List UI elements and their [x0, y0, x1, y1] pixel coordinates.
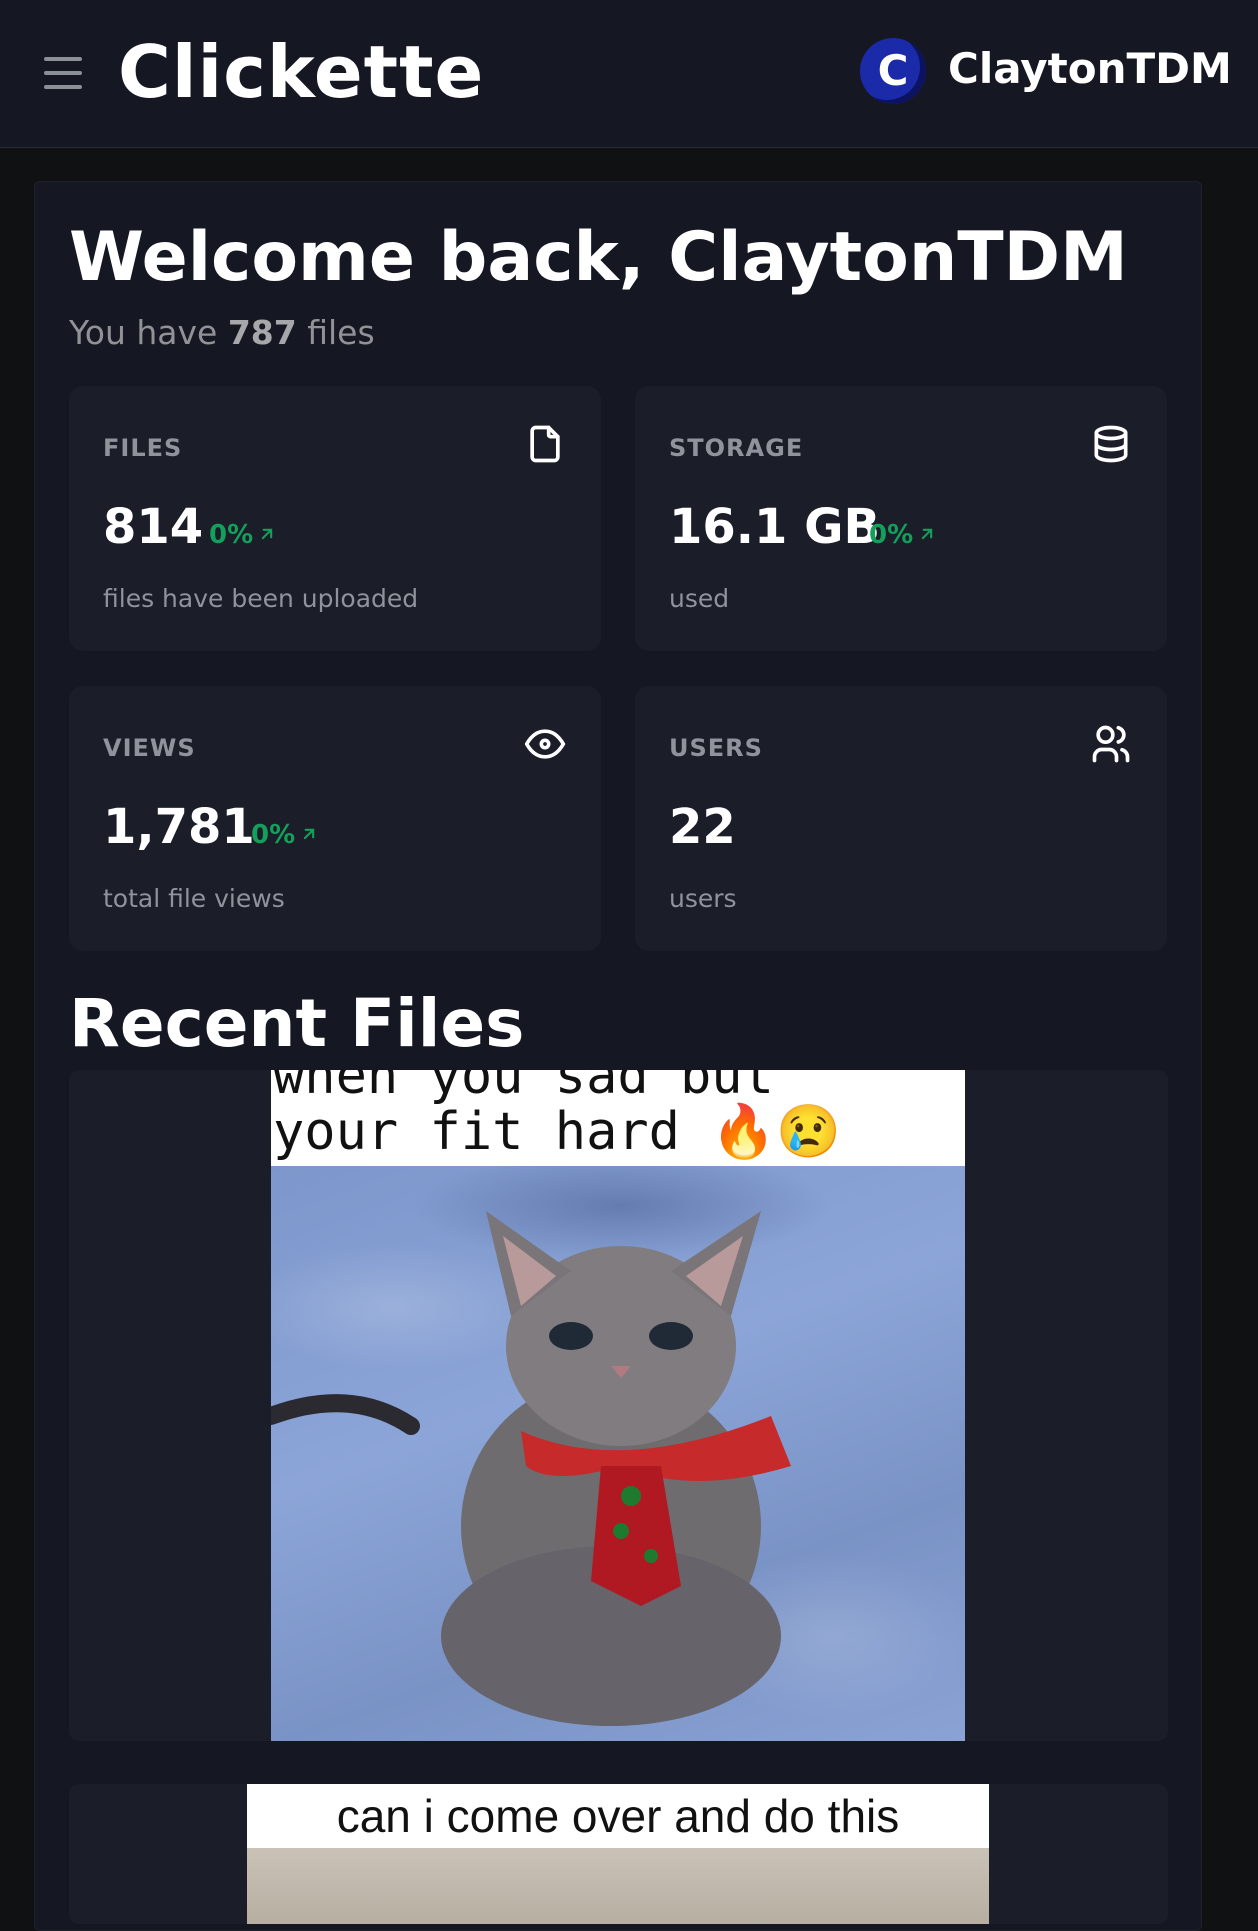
file-thumbnail[interactable]: can i come over and do this — [247, 1784, 989, 1924]
stat-value: 1,781 — [103, 799, 255, 855]
stat-description: users — [669, 884, 737, 913]
stat-diff: 0% — [869, 520, 937, 550]
meme-caption: when you sad but your fit hard 🔥😢 — [271, 1070, 965, 1166]
stat-description: used — [669, 584, 730, 613]
stat-card-storage: STORAGE 16.1 GB 0% used — [635, 386, 1167, 651]
page-title: Welcome back, ClaytonTDM — [69, 218, 1128, 297]
file-count: 787 — [227, 313, 297, 352]
stat-value: 22 — [669, 799, 736, 855]
stat-card-files: FILES 814 0% files have been uploaded — [69, 386, 601, 651]
arrow-up-right-icon — [921, 528, 933, 540]
meme-photo — [247, 1848, 989, 1924]
file-thumbnail[interactable]: when you sad but your fit hard 🔥😢 — [271, 1070, 965, 1741]
cat-illustration — [271, 1211, 791, 1726]
app-logo[interactable]: Clickette — [118, 30, 484, 114]
stat-description: files have been uploaded — [103, 584, 419, 613]
file-icon — [530, 425, 560, 463]
stat-description: total file views — [103, 884, 285, 913]
users-icon — [1092, 725, 1130, 763]
stat-value: 16.1 GB — [669, 499, 881, 555]
menu-icon[interactable] — [44, 57, 82, 89]
arrow-up-right-icon — [303, 828, 315, 840]
recent-file-card[interactable]: can i come over and do this — [69, 1784, 1168, 1924]
stat-diff: 0% — [209, 520, 277, 550]
stat-card-users: USERS 22 users — [635, 686, 1167, 951]
username: ClaytonTDM — [948, 44, 1232, 93]
stat-label: STORAGE — [669, 434, 804, 462]
user-menu-button[interactable]: C ClaytonTDM — [858, 36, 1232, 108]
recent-files-heading: Recent Files — [69, 985, 525, 1062]
app-header: Clickette C ClaytonTDM — [0, 0, 1258, 148]
stat-value: 814 — [103, 499, 204, 555]
stat-label: FILES — [103, 434, 183, 462]
stat-card-views: VIEWS 1,781 0% total file views — [69, 686, 601, 951]
stat-diff: 0% — [251, 820, 319, 850]
database-icon — [1094, 425, 1128, 463]
stat-label: VIEWS — [103, 734, 196, 762]
arrow-up-right-icon — [261, 528, 273, 540]
avatar: C — [860, 38, 926, 104]
stat-label: USERS — [669, 734, 763, 762]
eye-icon — [524, 729, 566, 759]
cat-photo — [271, 1166, 965, 1741]
recent-file-card[interactable]: when you sad but your fit hard 🔥😢 — [69, 1070, 1168, 1741]
file-count-subtitle: You have 787 files — [69, 313, 375, 352]
meme-caption: can i come over and do this — [336, 1790, 900, 1842]
